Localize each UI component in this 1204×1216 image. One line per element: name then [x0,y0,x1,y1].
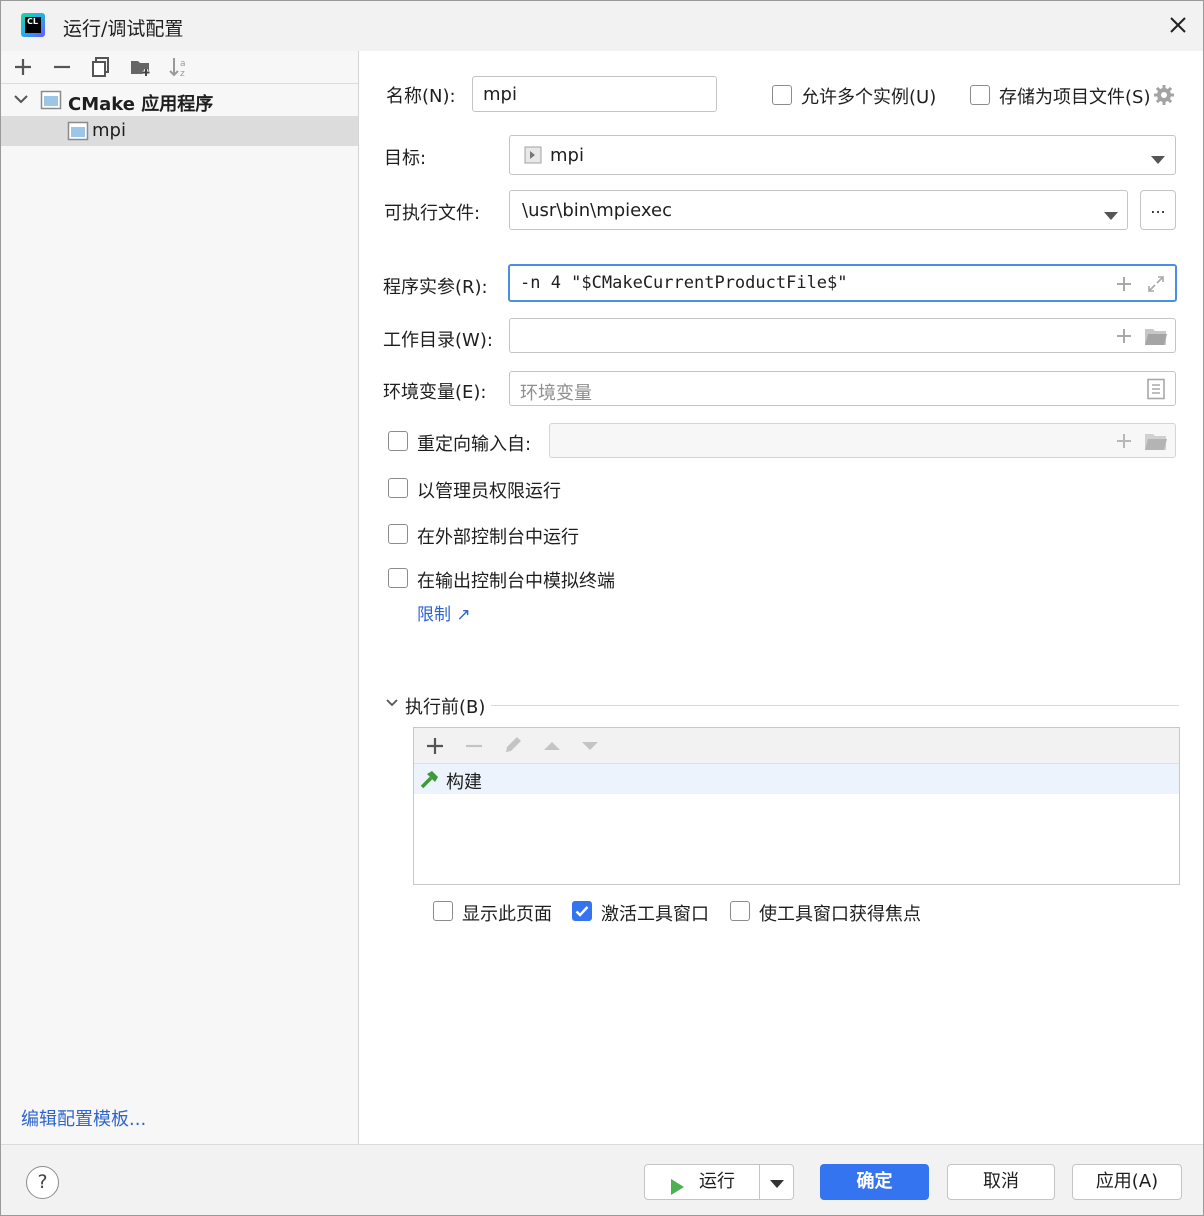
show-page-label: 显示此页面 [462,904,552,925]
store-as-project-label: 存储为项目文件(S) [999,87,1151,108]
run-external-console-checkbox[interactable] [388,524,408,544]
store-as-project-checkbox[interactable] [970,85,990,105]
ok-button[interactable]: 确定 [820,1164,929,1200]
configurations-panel: az CMake 应用程序 mpi 编辑配置模板... [1,51,359,1145]
run-button[interactable]: 运行 [644,1164,760,1200]
move-up-icon[interactable] [541,736,563,756]
before-launch-panel: 构建 [413,727,1180,885]
working-dir-field[interactable] [509,318,1176,353]
emulate-terminal-label: 在输出控制台中模拟终端 [417,571,615,592]
tree-group-cmake[interactable]: CMake 应用程序 [1,86,358,116]
run-as-admin-checkbox[interactable] [388,478,408,498]
name-field[interactable]: mpi [472,76,717,112]
title-bar: CL 运行/调试配置 [1,1,1203,51]
edit-templates-link[interactable]: 编辑配置模板... [21,1105,146,1131]
name-value: mpi [483,84,517,105]
svg-text:a: a [180,59,186,69]
redirect-input-checkbox[interactable] [388,431,408,451]
executable-target-icon [524,146,542,164]
env-vars-label: 环境变量(E): [383,382,487,403]
run-as-admin-label: 以管理员权限运行 [417,481,561,502]
cancel-button[interactable]: 取消 [947,1164,1055,1200]
tree-item-label: mpi [92,120,126,141]
folder-icon[interactable] [1144,430,1168,452]
tree-group-label: CMake 应用程序 [68,94,214,115]
allow-multiple-checkbox[interactable] [772,85,792,105]
before-launch-header[interactable]: 执行前(B) [405,693,485,719]
before-launch-task-row[interactable]: 构建 [414,764,1179,794]
insert-macro-icon[interactable] [1114,326,1134,346]
help-button[interactable]: ? [26,1166,59,1199]
redirect-input-label: 重定向输入自: [417,434,532,455]
edit-icon[interactable] [502,734,524,756]
insert-macro-icon[interactable] [1114,431,1134,451]
cmake-target-icon [67,120,89,142]
svg-text:z: z [180,69,185,79]
run-label: 运行 [699,1171,735,1192]
configurations-toolbar: az [1,51,358,84]
chevron-down-icon[interactable] [1103,205,1119,220]
run-debug-config-dialog: CL 运行/调试配置 az CMake 应用程序 mpi 编辑配置模板... 名… [0,0,1204,1216]
build-hammer-icon [418,769,440,791]
focus-tool-window-label: 使工具窗口获得焦点 [759,904,921,925]
program-args-value: -n 4 "$CMakeCurrentProductFile$" [520,273,848,293]
activate-tool-window-checkbox[interactable] [572,901,592,921]
run-dropdown-button[interactable] [759,1164,794,1200]
emulate-terminal-checkbox[interactable] [388,568,408,588]
chevron-down-icon[interactable] [384,695,400,711]
apply-button[interactable]: 应用(A) [1072,1164,1182,1200]
env-vars-placeholder: 环境变量 [520,383,592,404]
executable-value: \usr\bin\mpiexec [522,200,673,221]
focus-tool-window-checkbox[interactable] [730,901,750,921]
program-args-label: 程序实参(R): [383,277,488,298]
allow-multiple-label: 允许多个实例(U) [801,87,937,108]
cmake-app-icon [40,89,62,111]
limits-link[interactable]: 限制 ↗ [417,600,471,625]
redirect-input-field[interactable] [549,423,1176,458]
copy-icon[interactable] [89,55,113,79]
close-icon[interactable] [1164,11,1192,39]
remove-icon[interactable] [463,735,485,757]
env-vars-field[interactable]: 环境变量 [509,371,1176,406]
show-page-checkbox[interactable] [433,901,453,921]
clion-logo-icon: CL [21,13,45,37]
gear-icon[interactable] [1152,83,1176,107]
window-title: 运行/调试配置 [63,18,184,40]
new-folder-icon[interactable] [129,55,153,79]
target-select[interactable]: mpi [509,135,1176,175]
remove-icon[interactable] [50,55,74,79]
executable-combo[interactable]: \usr\bin\mpiexec [509,190,1128,230]
add-icon[interactable] [11,55,35,79]
section-divider [491,705,1179,706]
dialog-footer: ? 运行 确定 取消 应用(A) [1,1144,1203,1215]
chevron-down-icon [770,1180,784,1188]
before-launch-task-label: 构建 [446,772,482,793]
executable-label: 可执行文件: [384,203,481,224]
chevron-down-icon[interactable] [11,89,31,109]
target-label: 目标: [384,148,427,169]
folder-icon[interactable] [1144,325,1168,347]
run-external-console-label: 在外部控制台中运行 [417,527,579,548]
working-dir-label: 工作目录(W): [383,330,493,351]
edit-list-icon[interactable] [1146,378,1166,400]
move-down-icon[interactable] [579,736,601,756]
chevron-down-icon[interactable] [1150,149,1166,164]
add-icon[interactable] [424,735,446,757]
activate-tool-window-label: 激活工具窗口 [601,904,709,925]
name-label: 名称(N): [386,86,456,107]
insert-macro-icon[interactable] [1114,274,1134,294]
run-play-icon [669,1174,685,1195]
target-value: mpi [550,145,584,166]
before-launch-toolbar [414,728,1179,764]
tree-item-mpi[interactable]: mpi [1,116,358,146]
browse-button[interactable]: ... [1140,190,1176,230]
program-args-field[interactable]: -n 4 "$CMakeCurrentProductFile$" [508,264,1177,302]
expand-icon[interactable] [1146,274,1166,294]
sort-icon[interactable]: az [167,55,191,79]
